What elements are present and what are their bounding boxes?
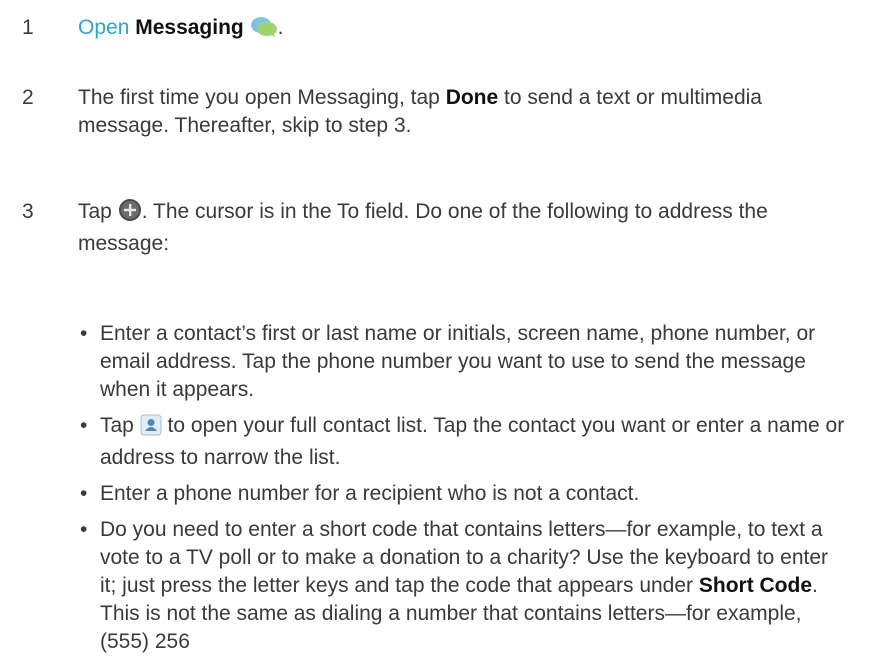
list-item: • Enter a phone number for a recipient w…	[78, 480, 848, 508]
bullet-icon: •	[80, 322, 88, 345]
step-text-before: The first time you open Messaging, tap	[78, 86, 446, 109]
short-code-label: Short Code	[698, 574, 813, 597]
bullet-text-before: Tap	[100, 414, 140, 437]
bullet-icon: •	[80, 518, 88, 541]
address-options-list: • Enter a contact’s first or last name o…	[78, 320, 848, 664]
bullet-text: Enter a contact’s first or last name or …	[100, 322, 816, 401]
app-name: Messaging	[135, 16, 244, 39]
done-label: Done	[445, 86, 499, 109]
open-link[interactable]: Open	[78, 16, 129, 39]
bullet-text-after: to open your full contact list. Tap the …	[100, 414, 845, 469]
step-number: 1	[22, 16, 34, 39]
instruction-page: 1 Open Messaging . 2 The first time you …	[0, 0, 871, 653]
bullet-icon: •	[80, 482, 88, 505]
step-text-after: . The cursor is in the To field. Do one …	[78, 200, 768, 255]
new-message-icon	[118, 198, 142, 230]
step-text: The first time you open Messaging, tap D…	[78, 84, 798, 140]
step-text: Tap . The cursor is in the To field. Do …	[78, 198, 798, 258]
list-item: • Do you need to enter a short code that…	[78, 516, 848, 656]
bullet-text: Enter a phone number for a recipient who…	[100, 482, 640, 505]
messaging-icon	[250, 16, 278, 46]
list-item: • Enter a contact’s first or last name o…	[78, 320, 848, 404]
contacts-icon	[140, 414, 162, 444]
list-item: • Tap to open your full contact list. Ta…	[78, 412, 848, 472]
bullet-icon: •	[80, 414, 88, 437]
step-number: 3	[22, 200, 34, 223]
step-number: 2	[22, 86, 34, 109]
step-text-before: Tap	[78, 200, 118, 223]
step-text: Open Messaging .	[78, 14, 798, 46]
step-end: .	[277, 16, 284, 39]
